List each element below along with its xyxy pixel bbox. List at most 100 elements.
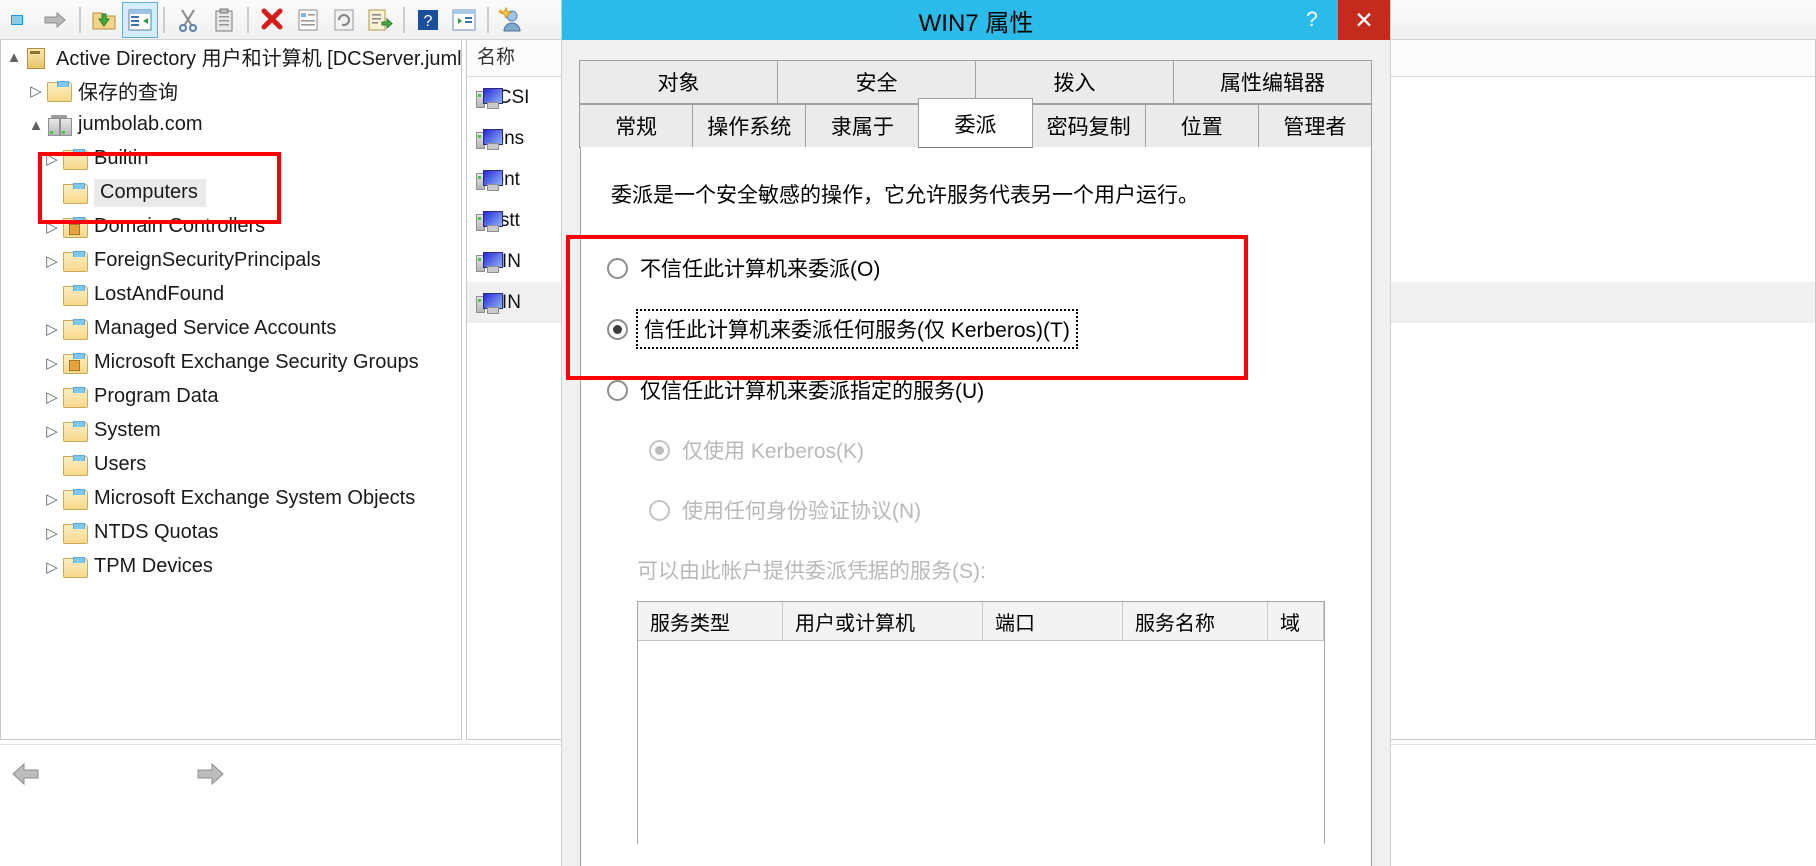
chevron-right-icon[interactable]: ▷ <box>41 218 63 236</box>
delegation-suboptions-group: 仅使用 Kerberos(K) 使用任何身份验证协议(N) <box>649 435 1345 525</box>
tab-对象[interactable]: 对象 <box>579 60 778 104</box>
close-button[interactable]: ✕ <box>1338 0 1390 40</box>
tree-item-program-data[interactable]: ▷ Program Data <box>1 380 461 414</box>
tab-strip: 对象 安全 拨入 属性编辑器 常规 操作系统 隶属于 委派 密码复制 位置 管理者 <box>579 60 1372 148</box>
back-icon[interactable] <box>2 2 38 38</box>
tree-item-foreignsecurityprincipals[interactable]: ▷ ForeignSecurityPrincipals <box>1 244 461 278</box>
new-user-icon[interactable] <box>494 2 530 38</box>
help-icon[interactable]: ? <box>410 2 446 38</box>
tab-label: 操作系统 <box>707 116 792 139</box>
up-folder-icon[interactable] <box>86 2 122 38</box>
tree-item-jumbolab-com[interactable]: ▲ jumbolab.com <box>1 108 461 142</box>
tree-item-lostandfound[interactable]: LostAndFound <box>1 278 461 312</box>
services-column-label: 端口 <box>995 612 1035 635</box>
show-hide-console-tree-icon[interactable] <box>122 1 158 38</box>
tree-item-builtin[interactable]: ▷ Builtin <box>1 142 461 176</box>
tree-item-label: TPM Devices <box>94 555 213 577</box>
new-window-icon[interactable] <box>446 2 482 38</box>
radio-button[interactable] <box>607 379 628 401</box>
svg-text:?: ? <box>424 13 433 30</box>
chevron-right-icon[interactable]: ▷ <box>41 252 63 270</box>
radio-button[interactable] <box>607 318 628 340</box>
tab-常规[interactable]: 常规 <box>579 104 694 148</box>
delete-icon[interactable] <box>254 2 290 38</box>
tab-label: 对象 <box>657 72 700 95</box>
tab-管理者[interactable]: 管理者 <box>1257 104 1372 148</box>
tab-label: 位置 <box>1180 116 1223 139</box>
folder-icon <box>63 284 88 306</box>
services-column-header[interactable]: 用户或计算机 <box>783 602 983 640</box>
folder-icon <box>47 80 72 102</box>
tree-item-tpm-devices[interactable]: ▷ TPM Devices <box>1 550 461 584</box>
folder-icon <box>63 250 88 272</box>
tree-item-ntds-quotas[interactable]: ▷ NTDS Quotas <box>1 516 461 550</box>
tab-label: 常规 <box>615 116 658 139</box>
radio-label: 不信任此计算机来委派(O) <box>640 258 881 281</box>
toolbar-separator <box>79 6 81 33</box>
chevron-right-icon[interactable]: ▷ <box>41 320 63 338</box>
console-tree-pane[interactable]: ▲ Active Directory 用户和计算机 [DCServer.juml… <box>0 40 462 740</box>
chevron-right-icon[interactable]: ▷ <box>41 388 63 406</box>
domain-icon <box>47 114 72 136</box>
tree-item-label: jumbolab.com <box>78 113 203 135</box>
chevron-right-icon[interactable]: ▷ <box>41 422 63 440</box>
chevron-down-icon[interactable]: ▲ <box>25 117 47 134</box>
properties-dialog[interactable]: WIN7 属性 ? ✕ 对象 安全 拨入 属性编辑器 常规 操作系统 隶属于 委派 密码复制 位… <box>562 0 1390 866</box>
chevron-right-icon[interactable]: ▷ <box>41 354 63 372</box>
export-list-icon[interactable] <box>362 2 398 38</box>
refresh-icon[interactable] <box>326 2 362 38</box>
paste-icon[interactable] <box>206 2 242 38</box>
tab-隶属于[interactable]: 隶属于 <box>805 104 920 148</box>
services-column-header[interactable]: 端口 <box>983 602 1123 640</box>
services-table[interactable]: 服务类型 用户或计算机 端口 服务名称 域 <box>637 601 1325 845</box>
folder-icon <box>63 454 88 476</box>
tab-属性编辑器[interactable]: 属性编辑器 <box>1173 60 1372 104</box>
ad-root-icon <box>25 47 49 69</box>
cut-icon[interactable] <box>170 2 206 38</box>
chevron-right-icon[interactable]: ▷ <box>41 490 63 508</box>
tree-item-system[interactable]: ▷ System <box>1 414 461 448</box>
tab-密码复制[interactable]: 密码复制 <box>1031 104 1146 148</box>
chevron-right-icon[interactable]: ▷ <box>41 524 63 542</box>
delegation-option-2[interactable]: 信任此计算机来委派任何服务(仅 Kerberos)(T) <box>607 309 1345 349</box>
nav-back-icon[interactable] <box>10 761 40 794</box>
tab-操作系统[interactable]: 操作系统 <box>692 104 807 148</box>
services-column-header[interactable]: 服务名称 <box>1123 602 1268 640</box>
tree-item-label: Microsoft Exchange Security Groups <box>94 351 419 373</box>
toolbar-separator <box>403 6 405 33</box>
delegation-option-1[interactable]: 不信任此计算机来委派(O) <box>607 253 1345 283</box>
services-column-header[interactable]: 服务类型 <box>638 602 783 640</box>
services-table-body[interactable] <box>638 641 1324 845</box>
help-button[interactable]: ? <box>1286 0 1338 40</box>
tree-item-[interactable]: ▷ 保存的查询 <box>1 74 461 108</box>
radio-label: 使用任何身份验证协议(N) <box>682 500 922 523</box>
delegation-option-3[interactable]: 仅信任此计算机来委派指定的服务(U) <box>607 375 1345 405</box>
tree-item-label: Computers <box>94 179 206 207</box>
chevron-right-icon[interactable]: ▷ <box>41 150 63 168</box>
tab-row-bottom: 常规 操作系统 隶属于 委派 密码复制 位置 管理者 <box>579 98 1372 148</box>
tab-label: 管理者 <box>1283 116 1347 139</box>
chevron-right-icon[interactable]: ▷ <box>41 558 63 576</box>
tree-item-domain-controllers[interactable]: ▷ Domain Controllers <box>1 210 461 244</box>
tab-委派[interactable]: 委派 <box>918 98 1033 148</box>
tree-item-microsoft-exchange-security-groups[interactable]: ▷ Microsoft Exchange Security Groups <box>1 346 461 380</box>
properties-icon[interactable] <box>290 2 326 38</box>
tab-位置[interactable]: 位置 <box>1144 104 1259 148</box>
tree-item-users[interactable]: Users <box>1 448 461 482</box>
tree-item-label: Domain Controllers <box>94 215 266 237</box>
services-column-header[interactable]: 域 <box>1268 602 1324 640</box>
radio-button[interactable] <box>607 257 628 279</box>
toolbar-separator <box>247 6 249 33</box>
tree-root-node[interactable]: ▲ Active Directory 用户和计算机 [DCServer.juml <box>1 40 461 74</box>
tree-item-managed-service-accounts[interactable]: ▷ Managed Service Accounts <box>1 312 461 346</box>
chevron-right-icon[interactable]: ▷ <box>25 82 47 100</box>
tree-item-microsoft-exchange-system-objects[interactable]: ▷ Microsoft Exchange System Objects <box>1 482 461 516</box>
chevron-down-icon[interactable]: ▲ <box>3 49 25 66</box>
tree-item-computers[interactable]: Computers <box>1 176 461 210</box>
dialog-title-bar[interactable]: WIN7 属性 ? ✕ <box>562 0 1390 40</box>
tree-item-label: Managed Service Accounts <box>94 317 337 339</box>
tree-item-label: Builtin <box>94 147 149 169</box>
services-column-label: 服务类型 <box>650 612 730 635</box>
nav-forward-icon[interactable] <box>196 761 226 794</box>
forward-icon[interactable] <box>38 2 74 38</box>
